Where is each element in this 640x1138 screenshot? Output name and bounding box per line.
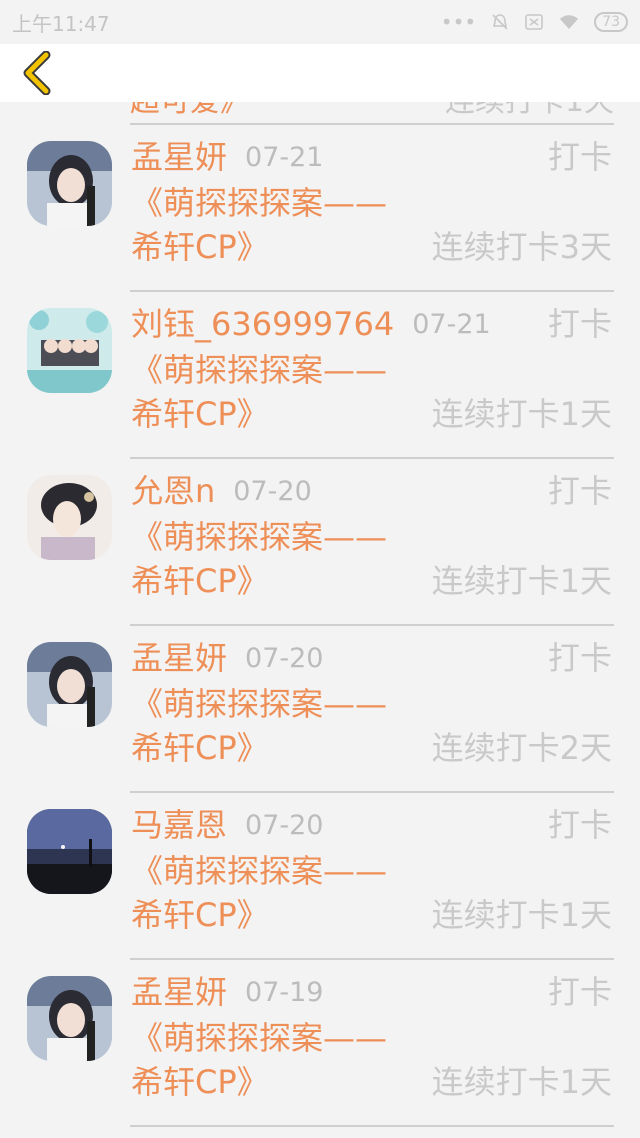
list-item[interactable]: 孟星妍 07-21 打卡 《萌探探探案—— 希轩CP》 连续打卡3天 (0, 125, 640, 292)
streak-label: 连续打卡1天 (431, 562, 612, 600)
checkin-date: 07-20 (233, 476, 312, 507)
avatar[interactable] (27, 809, 112, 894)
user-name: 马嘉恩 07-20 (131, 806, 324, 844)
avatar[interactable] (27, 976, 112, 1061)
status-icons: ••• 73 (441, 10, 628, 34)
row-divider (130, 1125, 614, 1127)
streak-label: 连续打卡2天 (431, 729, 612, 767)
list-item[interactable]: 孟星妍 07-20 打卡 《萌探探探案—— 希轩CP》 连续打卡2天 (0, 626, 640, 793)
checkin-date: 07-21 (412, 309, 491, 340)
bell-muted-icon (492, 14, 508, 30)
book-title: 《萌探探探案—— 希轩CP》 (131, 685, 388, 767)
book-title: 《萌探探探案—— 希轩CP》 (131, 852, 388, 934)
checkin-label: 打卡 (547, 138, 612, 176)
clock: 上午11:47 (12, 11, 110, 36)
checkin-date: 07-21 (245, 142, 324, 173)
checkin-label: 打卡 (547, 973, 612, 1011)
list-item[interactable]: 马嘉恩 07-20 打卡 《萌探探探案—— 希轩CP》 连续打卡1天 (0, 793, 640, 960)
no-sim-icon (525, 14, 543, 30)
checkin-date: 07-19 (245, 977, 324, 1008)
streak-label: 连续打卡1天 (431, 395, 612, 433)
user-name: 刘钰_636999764 07-21 (131, 305, 491, 343)
checkin-label: 打卡 (547, 472, 612, 510)
avatar[interactable] (27, 642, 112, 727)
streak-label: 连续打卡3天 (431, 228, 612, 266)
avatar[interactable] (27, 475, 112, 560)
list-item[interactable]: 允恩n 07-20 打卡 《萌探探探案—— 希轩CP》 连续打卡1天 (0, 459, 640, 626)
list-item[interactable]: 刘钰_636999764 07-21 打卡 《萌探探探案—— 希轩CP》 连续打卡1… (0, 292, 640, 459)
user-name: 孟星妍 07-19 (131, 973, 324, 1011)
checkin-list: 超可爱》 连续打卡1天 孟星妍07-21 打卡 《萌探探探案——希轩CP》 连续… (0, 0, 640, 1138)
book-title: 《萌探探探案—— 希轩CP》 (131, 518, 388, 600)
book-title: 《萌探探探案—— 希轩CP》 (131, 1019, 388, 1101)
book-title: 《萌探探探案—— 希轩CP》 (131, 351, 388, 433)
user-name: 孟星妍 07-20 (131, 639, 324, 677)
checkin-label: 打卡 (547, 305, 612, 343)
back-button[interactable] (14, 50, 60, 96)
wifi-icon (560, 15, 579, 29)
avatar[interactable] (27, 141, 112, 226)
streak-label: 连续打卡1天 (431, 1063, 612, 1101)
book-title: 《萌探探探案—— 希轩CP》 (131, 184, 388, 266)
streak-label: 连续打卡1天 (431, 896, 612, 934)
list-item[interactable]: 孟星妍 07-19 打卡 《萌探探探案—— 希轩CP》 连续打卡1天 (0, 960, 640, 1127)
checkin-label: 打卡 (547, 806, 612, 844)
nav-bar (0, 44, 640, 102)
checkin-date: 07-20 (245, 643, 324, 674)
chevron-left-icon (23, 51, 51, 95)
checkin-label: 打卡 (547, 639, 612, 677)
user-name: 孟星妍 07-21 (131, 138, 324, 176)
checkin-date: 07-20 (245, 810, 324, 841)
status-bar: 上午11:47 ••• 73 (0, 0, 640, 44)
battery-indicator: 73 (594, 12, 628, 32)
more-dots-icon: ••• (440, 10, 477, 34)
avatar[interactable] (27, 308, 112, 393)
user-name: 允恩n 07-20 (131, 472, 312, 510)
